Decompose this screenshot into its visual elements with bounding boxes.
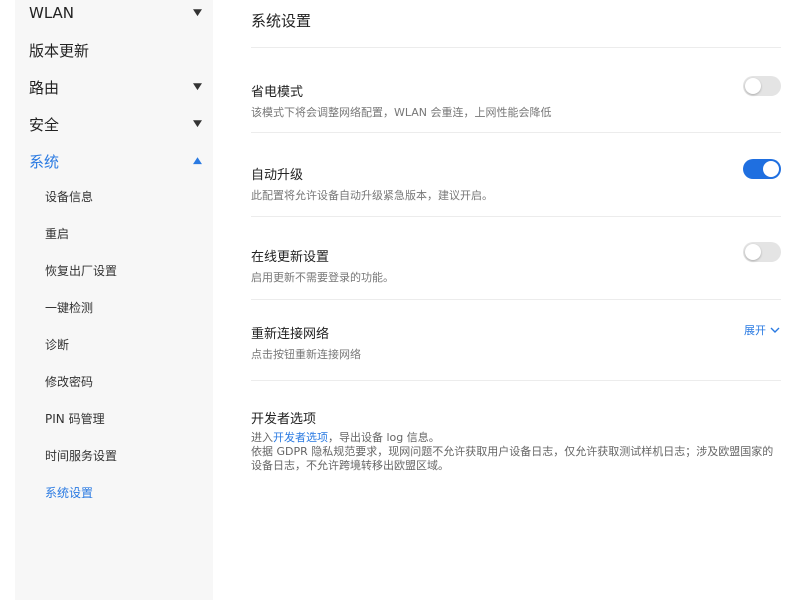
auto-upgrade-desc: 此配置将允许设备自动升级紧急版本，建议开启。 (251, 189, 493, 202)
sidebar-item-label: WLAN (29, 4, 75, 22)
sidebar-subitem-time-service[interactable]: 时间服务设置 (45, 447, 117, 465)
auto-upgrade-title: 自动升级 (251, 168, 304, 183)
toggle-knob (745, 244, 761, 260)
online-update-toggle[interactable] (743, 242, 781, 262)
sidebar-subitem-factory-reset[interactable]: 恢复出厂设置 (45, 262, 117, 280)
sidebar-subitem-one-click-check[interactable]: 一键检测 (45, 299, 93, 317)
developer-options-title: 开发者选项 (251, 412, 317, 427)
sidebar-item-security[interactable]: 安全 ▼ (29, 112, 203, 136)
reconnect-title: 重新连接网络 (251, 327, 330, 342)
divider (251, 132, 781, 133)
reconnect-desc: 点击按钮重新连接网络 (251, 348, 361, 361)
sidebar-subitem-pin-management[interactable]: PIN 码管理 (45, 410, 105, 428)
page-title: 系统设置 (251, 12, 312, 30)
developer-line-1: 进入开发者选项，导出设备 log 信息。 (251, 431, 776, 445)
developer-line-prefix: 进入 (251, 431, 273, 444)
caret-down-icon: ▼ (193, 8, 203, 18)
online-update-title: 在线更新设置 (251, 250, 330, 265)
expand-button[interactable]: 展开 (744, 322, 781, 338)
divider (251, 47, 781, 48)
sidebar-item-wlan[interactable]: WLAN ▼ (29, 1, 203, 25)
sidebar-item-routing[interactable]: 路由 ▼ (29, 75, 203, 99)
sidebar-subitem-reboot[interactable]: 重启 (45, 225, 69, 243)
online-update-desc: 启用更新不需要登录的功能。 (251, 271, 394, 284)
caret-down-icon: ▼ (193, 119, 203, 129)
power-saving-toggle[interactable] (743, 76, 781, 96)
power-saving-desc: 该模式下将会调整网络配置，WLAN 会重连，上网性能会降低 (251, 106, 552, 119)
divider (251, 216, 781, 217)
sidebar-subitem-change-password[interactable]: 修改密码 (45, 373, 93, 391)
sidebar: WLAN ▼ 版本更新 路由 ▼ 安全 ▼ 系统 ▲ 设备信息 重启 恢复出厂设… (15, 0, 213, 600)
divider (251, 380, 781, 381)
toggle-knob (745, 78, 761, 94)
toggle-knob (763, 161, 779, 177)
developer-line-suffix: ，导出设备 log 信息。 (328, 431, 440, 444)
gdpr-notice: 依据 GDPR 隐私规范要求，现网问题不允许获取用户设备日志，仅允许获取测试样机… (251, 445, 774, 472)
sidebar-item-version-update[interactable]: 版本更新 (29, 38, 201, 62)
sidebar-item-label: 系统 (29, 152, 60, 171)
expand-label: 展开 (744, 324, 766, 337)
sidebar-subitem-system-settings[interactable]: 系统设置 (45, 484, 93, 502)
sidebar-item-label: 路由 (29, 78, 60, 97)
sidebar-item-label: 安全 (29, 115, 60, 134)
app-root: WLAN ▼ 版本更新 路由 ▼ 安全 ▼ 系统 ▲ 设备信息 重启 恢复出厂设… (0, 0, 800, 600)
main-panel: 系统设置 省电模式 该模式下将会调整网络配置，WLAN 会重连，上网性能会降低 … (251, 0, 781, 600)
chevron-down-icon (770, 327, 780, 333)
sidebar-subitem-device-info[interactable]: 设备信息 (45, 188, 93, 206)
sidebar-subitem-diagnosis[interactable]: 诊断 (45, 336, 69, 354)
developer-options-link[interactable]: 开发者选项 (273, 431, 328, 444)
caret-up-icon: ▲ (193, 156, 203, 166)
developer-options-text: 进入开发者选项，导出设备 log 信息。 依据 GDPR 隐私规范要求，现网问题… (251, 431, 776, 473)
sidebar-item-system[interactable]: 系统 ▲ (29, 149, 203, 173)
auto-upgrade-toggle[interactable] (743, 159, 781, 179)
caret-down-icon: ▼ (193, 82, 203, 92)
divider (251, 299, 781, 300)
sidebar-item-label: 版本更新 (29, 41, 90, 60)
power-saving-title: 省电模式 (251, 85, 304, 100)
